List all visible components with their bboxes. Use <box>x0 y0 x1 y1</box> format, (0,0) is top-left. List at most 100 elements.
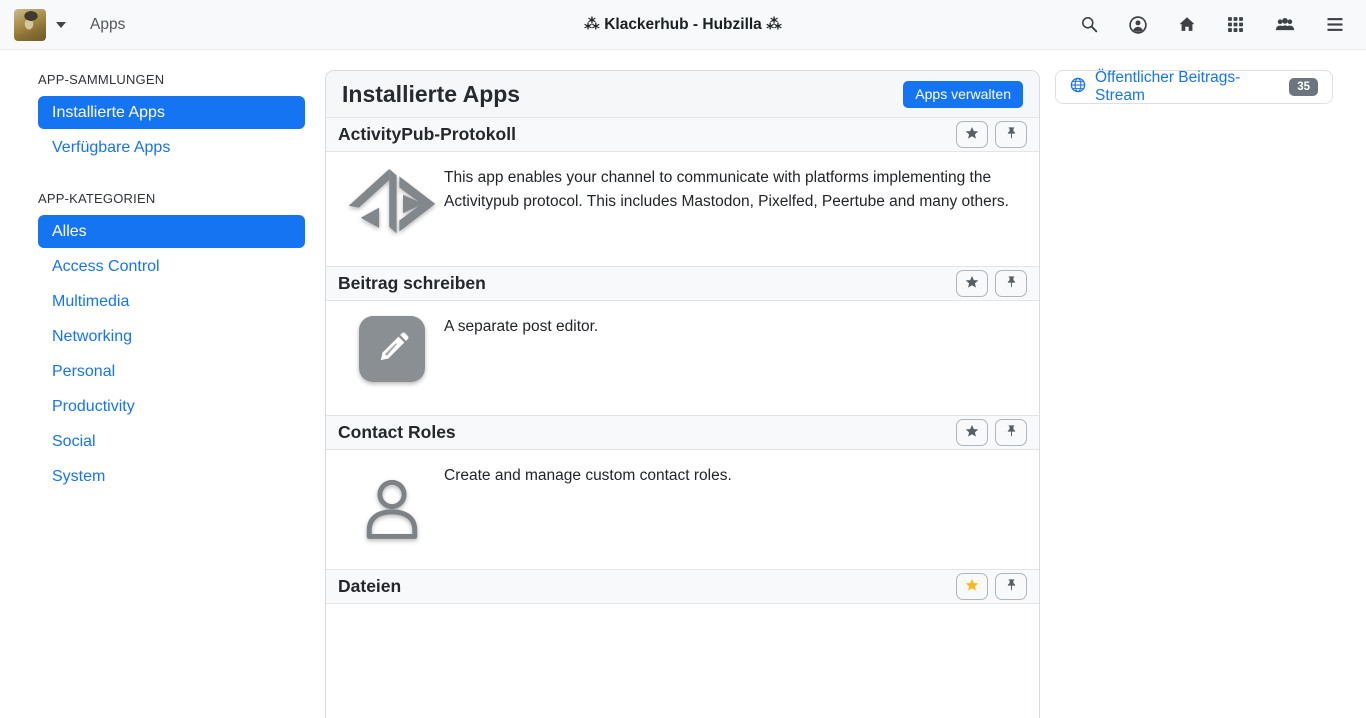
app-icon <box>340 314 444 402</box>
installed-apps-panel: Installierte Apps Apps verwalten Activit… <box>325 70 1040 718</box>
people-icon[interactable] <box>1275 16 1295 33</box>
chevron-down-icon[interactable] <box>56 22 66 28</box>
sidebar-list-item: Access Control <box>38 250 305 283</box>
app-title: Dateien <box>338 576 401 597</box>
app-title: ActivityPub-Protokoll <box>338 124 516 145</box>
sidebar-item[interactable]: Social <box>38 425 305 458</box>
left-sidebar: APP-SAMMLUNGEN Installierte Apps Verfügb… <box>0 50 325 520</box>
app-actions <box>956 573 1027 600</box>
collections-heading: APP-SAMMLUNGEN <box>38 72 305 87</box>
app-actions <box>956 419 1027 446</box>
app-section: Dateien <box>326 569 1039 718</box>
search-icon[interactable] <box>1081 16 1098 33</box>
public-stream-label: Öffentlicher Beitrags-Stream <box>1095 69 1289 105</box>
sidebar-list-item: Productivity <box>38 390 305 423</box>
star-icon <box>965 126 979 143</box>
public-stream-card: Öffentlicher Beitrags-Stream 35 <box>1055 70 1333 104</box>
sidebar-item-label: Installierte Apps <box>52 104 165 121</box>
app-description: A separate post editor. <box>444 314 598 402</box>
app-description: This app enables your channel to communi… <box>444 165 1025 253</box>
apps-list: ActivityPub-Protokoll <box>326 117 1039 718</box>
star-icon <box>965 275 979 292</box>
app-icon <box>340 617 444 705</box>
app-section-header: Beitrag schreiben <box>326 266 1039 301</box>
app-title: Beitrag schreiben <box>338 273 486 294</box>
app-description: Create and manage custom contact roles. <box>444 463 732 556</box>
sidebar-item-label: Access Control <box>52 258 160 275</box>
app-section: Contact Roles <box>326 415 1039 569</box>
star-button[interactable] <box>956 419 988 446</box>
sidebar-item-label: Networking <box>52 328 132 345</box>
app-section-header: Dateien <box>326 569 1039 604</box>
manage-apps-button[interactable]: Apps verwalten <box>903 81 1023 108</box>
user-avatar[interactable] <box>14 9 46 41</box>
pin-button[interactable] <box>995 121 1027 148</box>
app-body: Create and manage custom contact roles. <box>326 450 1039 569</box>
star-button[interactable] <box>956 270 988 297</box>
home-icon[interactable] <box>1178 16 1196 33</box>
app-section: ActivityPub-Protokoll <box>326 117 1039 266</box>
app-actions <box>956 121 1027 148</box>
pin-icon <box>1005 424 1018 441</box>
sidebar-item[interactable]: Installierte Apps <box>38 96 305 129</box>
pin-icon <box>1005 275 1018 292</box>
sidebar-item-label: System <box>52 468 105 485</box>
public-stream-link[interactable]: Öffentlicher Beitrags-Stream <box>1070 69 1289 105</box>
sidebar-item[interactable]: Access Control <box>38 250 305 283</box>
pin-button[interactable] <box>995 573 1027 600</box>
site-title: ⁂ Klackerhub - Hubzilla ⁂ <box>584 15 782 34</box>
sidebar-item[interactable]: Productivity <box>38 390 305 423</box>
unseen-count-badge: 35 <box>1289 78 1318 97</box>
app-actions <box>956 270 1027 297</box>
sidebar-list-item: Multimedia <box>38 285 305 318</box>
sidebar-item[interactable]: Personal <box>38 355 305 388</box>
app-body <box>326 604 1039 718</box>
app-icon <box>340 463 444 556</box>
menu-icon[interactable] <box>1326 17 1344 32</box>
star-button[interactable] <box>956 573 988 600</box>
app-section: Beitrag schreiben <box>326 266 1039 415</box>
star-button[interactable] <box>956 121 988 148</box>
sidebar-item-label: Multimedia <box>52 293 129 310</box>
pin-icon <box>1005 126 1018 143</box>
page-layout: APP-SAMMLUNGEN Installierte Apps Verfügb… <box>0 50 1366 718</box>
top-navbar: Apps ⁂ Klackerhub - Hubzilla ⁂ <box>0 0 1366 50</box>
app-title: Contact Roles <box>338 422 456 443</box>
navbar-icon-group <box>1081 16 1352 34</box>
app-body: This app enables your channel to communi… <box>326 152 1039 266</box>
post-editor-icon <box>359 316 425 382</box>
page-title: Installierte Apps <box>342 81 520 108</box>
sidebar-item[interactable]: Networking <box>38 320 305 353</box>
sidebar-item-label: Verfügbare Apps <box>52 139 170 156</box>
sidebar-item[interactable]: Alles <box>38 215 305 248</box>
sidebar-list-item: Installierte Apps <box>38 96 305 129</box>
pin-button[interactable] <box>995 270 1027 297</box>
nav-apps-link[interactable]: Apps <box>90 16 125 34</box>
app-section-header: ActivityPub-Protokoll <box>326 117 1039 152</box>
account-icon[interactable] <box>1129 16 1147 34</box>
app-body: A separate post editor. <box>326 301 1039 415</box>
panel-header: Installierte Apps Apps verwalten <box>326 71 1039 117</box>
activitypub-icon <box>346 167 438 244</box>
pin-icon <box>1005 578 1018 595</box>
app-categories-list: Alles Access Control Multimedia Networki… <box>38 215 305 493</box>
right-sidebar: Öffentlicher Beitrags-Stream 35 <box>1040 50 1366 104</box>
sidebar-item[interactable]: Multimedia <box>38 285 305 318</box>
sidebar-list-item: Social <box>38 425 305 458</box>
sidebar-item[interactable]: Verfügbare Apps <box>38 131 305 164</box>
sidebar-item[interactable]: System <box>38 460 305 493</box>
apps-grid-icon[interactable] <box>1227 16 1244 33</box>
star-icon <box>965 424 979 441</box>
pin-button[interactable] <box>995 419 1027 446</box>
sidebar-item-label: Productivity <box>52 398 135 415</box>
globe-icon <box>1070 77 1086 98</box>
sidebar-list-item: Verfügbare Apps <box>38 131 305 164</box>
sidebar-item-label: Personal <box>52 363 115 380</box>
sidebar-list-item: System <box>38 460 305 493</box>
sidebar-list-item: Alles <box>38 215 305 248</box>
sidebar-list-item: Personal <box>38 355 305 388</box>
app-icon <box>340 165 444 253</box>
sidebar-list-item: Networking <box>38 320 305 353</box>
sidebar-item-label: Social <box>52 433 96 450</box>
categories-heading: APP-KATEGORIEN <box>38 191 305 206</box>
